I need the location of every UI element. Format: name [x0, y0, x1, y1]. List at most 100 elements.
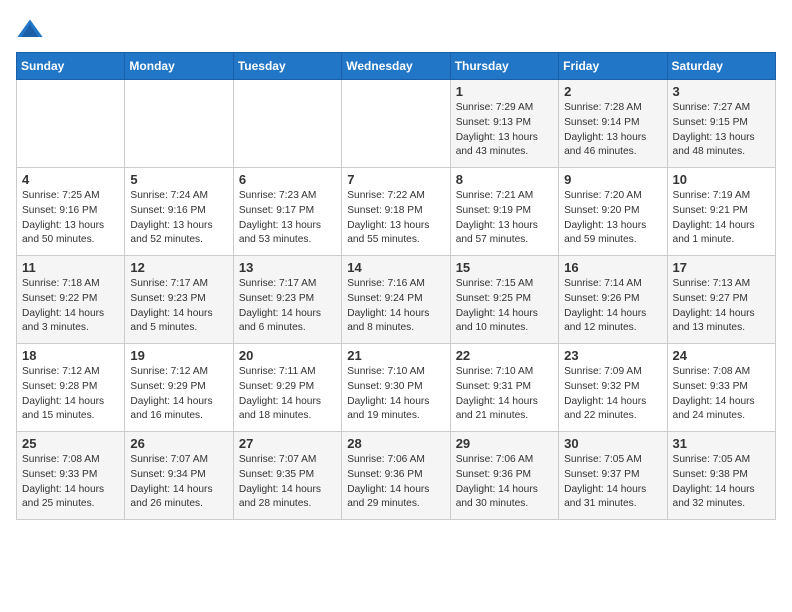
day-number: 6 — [239, 172, 336, 187]
day-info: Sunrise: 7:23 AM Sunset: 9:17 PM Dayligh… — [239, 189, 336, 248]
day-number: 31 — [673, 436, 770, 451]
calendar-cell: 5 Sunrise: 7:24 AM Sunset: 9:16 PM Daylig… — [125, 168, 233, 256]
day-number: 13 — [239, 260, 336, 275]
calendar-cell: 13 Sunrise: 7:17 AM Sunset: 9:23 PM Dayli… — [233, 256, 341, 344]
day-info: Sunrise: 7:17 AM Sunset: 9:23 PM Dayligh… — [130, 277, 227, 336]
day-info: Sunrise: 7:13 AM Sunset: 9:27 PM Dayligh… — [673, 277, 770, 336]
calendar-cell: 6 Sunrise: 7:23 AM Sunset: 9:17 PM Daylig… — [233, 168, 341, 256]
calendar-cell: 17 Sunrise: 7:13 AM Sunset: 9:27 PM Dayli… — [667, 256, 775, 344]
header-sunday: Sunday — [17, 53, 125, 80]
header-tuesday: Tuesday — [233, 53, 341, 80]
calendar-cell: 30Sunrise: 7:05 AM Sunset: 9:37 PM Dayli… — [559, 432, 667, 520]
day-number: 2 — [564, 84, 661, 99]
day-number: 7 — [347, 172, 444, 187]
calendar-cell: 9 Sunrise: 7:20 AM Sunset: 9:20 PM Daylig… — [559, 168, 667, 256]
week-row-4: 18Sunrise: 7:12 AM Sunset: 9:28 PM Dayli… — [17, 344, 776, 432]
calendar-header-row: SundayMondayTuesdayWednesdayThursdayFrid… — [17, 53, 776, 80]
day-info: Sunrise: 7:18 AM Sunset: 9:22 PM Dayligh… — [22, 277, 119, 336]
calendar-cell: 25 Sunrise: 7:08 AM Sunset: 9:33 PM Dayli… — [17, 432, 125, 520]
day-number: 27 — [239, 436, 336, 451]
calendar-cell: 28 Sunrise: 7:06 AM Sunset: 9:36 PM Dayli… — [342, 432, 450, 520]
day-info: Sunrise: 7:16 AM Sunset: 9:24 PM Dayligh… — [347, 277, 444, 336]
calendar-cell: 22 Sunrise: 7:10 AM Sunset: 9:31 PM Dayli… — [450, 344, 558, 432]
day-info: Sunrise: 7:05 AM Sunset: 9:38 PM Dayligh… — [673, 453, 770, 512]
header-monday: Monday — [125, 53, 233, 80]
header-wednesday: Wednesday — [342, 53, 450, 80]
calendar-cell — [125, 80, 233, 168]
day-info: Sunrise: 7:25 AM Sunset: 9:16 PM Dayligh… — [22, 189, 119, 248]
day-info: Sunrise: 7:21 AM Sunset: 9:19 PM Dayligh… — [456, 189, 553, 248]
calendar-cell: 26 Sunrise: 7:07 AM Sunset: 9:34 PM Dayli… — [125, 432, 233, 520]
day-info: Sunrise: 7:17 AM Sunset: 9:23 PM Dayligh… — [239, 277, 336, 336]
calendar-cell: 24Sunrise: 7:08 AM Sunset: 9:33 PM Dayli… — [667, 344, 775, 432]
day-info: Sunrise: 7:11 AM Sunset: 9:29 PM Dayligh… — [239, 365, 336, 424]
calendar-cell: 1 Sunrise: 7:29 AM Sunset: 9:13 PM Daylig… — [450, 80, 558, 168]
day-number: 8 — [456, 172, 553, 187]
day-number: 12 — [130, 260, 227, 275]
day-number: 15 — [456, 260, 553, 275]
day-number: 4 — [22, 172, 119, 187]
day-info: Sunrise: 7:15 AM Sunset: 9:25 PM Dayligh… — [456, 277, 553, 336]
day-number: 30 — [564, 436, 661, 451]
day-number: 29 — [456, 436, 553, 451]
day-info: Sunrise: 7:06 AM Sunset: 9:36 PM Dayligh… — [456, 453, 553, 512]
week-row-1: 1 Sunrise: 7:29 AM Sunset: 9:13 PM Daylig… — [17, 80, 776, 168]
day-info: Sunrise: 7:24 AM Sunset: 9:16 PM Dayligh… — [130, 189, 227, 248]
calendar-cell: 4 Sunrise: 7:25 AM Sunset: 9:16 PM Daylig… — [17, 168, 125, 256]
day-info: Sunrise: 7:07 AM Sunset: 9:35 PM Dayligh… — [239, 453, 336, 512]
header-friday: Friday — [559, 53, 667, 80]
day-info: Sunrise: 7:12 AM Sunset: 9:29 PM Dayligh… — [130, 365, 227, 424]
calendar-cell: 12 Sunrise: 7:17 AM Sunset: 9:23 PM Dayli… — [125, 256, 233, 344]
page-header — [16, 16, 776, 44]
day-number: 5 — [130, 172, 227, 187]
day-number: 23 — [564, 348, 661, 363]
day-info: Sunrise: 7:06 AM Sunset: 9:36 PM Dayligh… — [347, 453, 444, 512]
week-row-3: 11 Sunrise: 7:18 AM Sunset: 9:22 PM Dayli… — [17, 256, 776, 344]
calendar-cell: 27 Sunrise: 7:07 AM Sunset: 9:35 PM Dayli… — [233, 432, 341, 520]
calendar-table: SundayMondayTuesdayWednesdayThursdayFrid… — [16, 52, 776, 520]
day-number: 3 — [673, 84, 770, 99]
day-info: Sunrise: 7:08 AM Sunset: 9:33 PM Dayligh… — [22, 453, 119, 512]
day-info: Sunrise: 7:10 AM Sunset: 9:31 PM Dayligh… — [456, 365, 553, 424]
calendar-cell: 23 Sunrise: 7:09 AM Sunset: 9:32 PM Dayli… — [559, 344, 667, 432]
day-info: Sunrise: 7:07 AM Sunset: 9:34 PM Dayligh… — [130, 453, 227, 512]
day-info: Sunrise: 7:14 AM Sunset: 9:26 PM Dayligh… — [564, 277, 661, 336]
header-saturday: Saturday — [667, 53, 775, 80]
logo — [16, 16, 46, 44]
day-info: Sunrise: 7:10 AM Sunset: 9:30 PM Dayligh… — [347, 365, 444, 424]
calendar-cell: 29 Sunrise: 7:06 AM Sunset: 9:36 PM Dayli… — [450, 432, 558, 520]
day-number: 1 — [456, 84, 553, 99]
calendar-cell: 11 Sunrise: 7:18 AM Sunset: 9:22 PM Dayli… — [17, 256, 125, 344]
day-number: 9 — [564, 172, 661, 187]
day-number: 28 — [347, 436, 444, 451]
day-info: Sunrise: 7:20 AM Sunset: 9:20 PM Dayligh… — [564, 189, 661, 248]
day-number: 25 — [22, 436, 119, 451]
day-number: 17 — [673, 260, 770, 275]
header-thursday: Thursday — [450, 53, 558, 80]
day-number: 21 — [347, 348, 444, 363]
calendar-cell: 18Sunrise: 7:12 AM Sunset: 9:28 PM Dayli… — [17, 344, 125, 432]
day-info: Sunrise: 7:29 AM Sunset: 9:13 PM Dayligh… — [456, 101, 553, 160]
day-info: Sunrise: 7:09 AM Sunset: 9:32 PM Dayligh… — [564, 365, 661, 424]
calendar-cell: 20Sunrise: 7:11 AM Sunset: 9:29 PM Dayli… — [233, 344, 341, 432]
day-info: Sunrise: 7:08 AM Sunset: 9:33 PM Dayligh… — [673, 365, 770, 424]
week-row-2: 4 Sunrise: 7:25 AM Sunset: 9:16 PM Daylig… — [17, 168, 776, 256]
calendar-cell — [342, 80, 450, 168]
logo-icon — [16, 16, 44, 44]
day-number: 19 — [130, 348, 227, 363]
day-number: 22 — [456, 348, 553, 363]
day-info: Sunrise: 7:19 AM Sunset: 9:21 PM Dayligh… — [673, 189, 770, 248]
calendar-cell — [233, 80, 341, 168]
calendar-cell: 16 Sunrise: 7:14 AM Sunset: 9:26 PM Dayli… — [559, 256, 667, 344]
day-number: 11 — [22, 260, 119, 275]
calendar-cell: 14 Sunrise: 7:16 AM Sunset: 9:24 PM Dayli… — [342, 256, 450, 344]
day-info: Sunrise: 7:22 AM Sunset: 9:18 PM Dayligh… — [347, 189, 444, 248]
day-number: 14 — [347, 260, 444, 275]
calendar-cell: 3Sunrise: 7:27 AM Sunset: 9:15 PM Daylig… — [667, 80, 775, 168]
calendar-cell: 21 Sunrise: 7:10 AM Sunset: 9:30 PM Dayli… — [342, 344, 450, 432]
calendar-cell: 7 Sunrise: 7:22 AM Sunset: 9:18 PM Daylig… — [342, 168, 450, 256]
day-number: 26 — [130, 436, 227, 451]
day-number: 16 — [564, 260, 661, 275]
calendar-cell: 2Sunrise: 7:28 AM Sunset: 9:14 PM Daylig… — [559, 80, 667, 168]
calendar-cell: 15 Sunrise: 7:15 AM Sunset: 9:25 PM Dayli… — [450, 256, 558, 344]
